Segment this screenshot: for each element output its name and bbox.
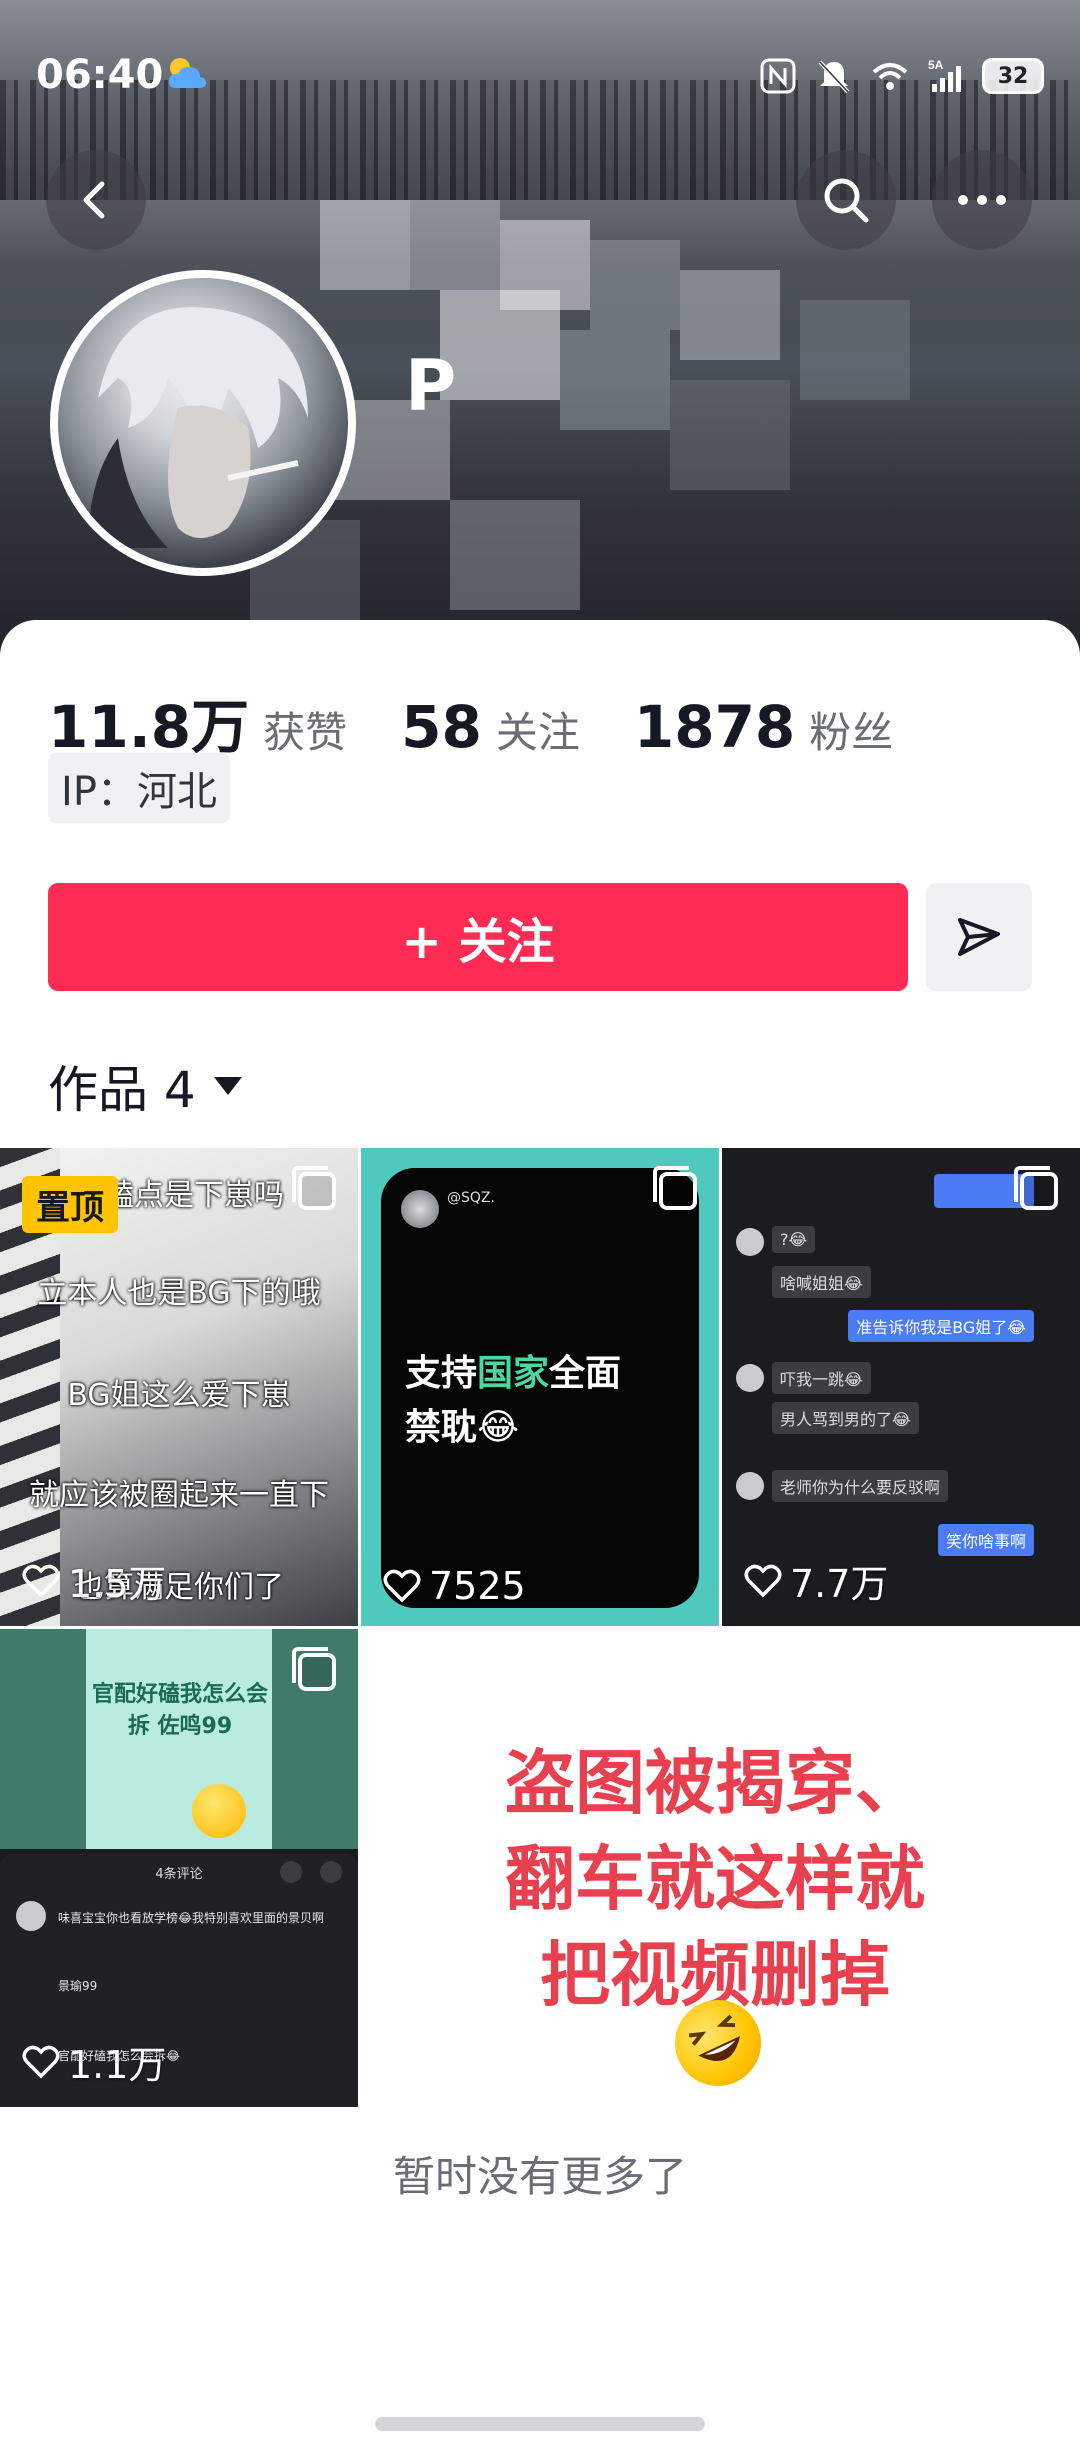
chevron-left-icon xyxy=(83,181,105,219)
status-icons: 5A 32 xyxy=(758,56,1044,96)
work-2-handle: @SQZ. xyxy=(447,1190,495,1206)
back-button[interactable] xyxy=(46,150,146,250)
chat-msg-1: ?😂 xyxy=(772,1226,816,1253)
work-card-4[interactable]: 官配好磕我怎么会拆 佐鸣99 4条评论 味喜宝宝你也看放学榜😂我特别喜欢里面的景… xyxy=(0,1629,358,2107)
heart-icon xyxy=(22,2045,60,2078)
battery-indicator: 32 xyxy=(982,58,1044,94)
nfc-icon xyxy=(760,58,796,94)
comment-2: 景瑜99 xyxy=(58,1979,98,1993)
work-2-headline-2: 禁耽😂 xyxy=(405,1407,520,1448)
work-2-likes-count: 7525 xyxy=(429,1564,526,1608)
work-4-top-text: 官配好磕我怎么会拆 佐鸣99 xyxy=(91,1682,268,1739)
chat-msg-6: 老师你为什么要反驳啊 xyxy=(772,1470,949,1502)
mosaic-block xyxy=(800,300,910,400)
chat-avatar xyxy=(736,1472,764,1500)
heart-icon xyxy=(383,1569,421,1603)
comment-avatar xyxy=(16,1901,46,1931)
multi-image-icon xyxy=(292,1166,336,1210)
expand-icon xyxy=(280,1861,302,1883)
mosaic-block xyxy=(450,500,580,610)
share-button[interactable] xyxy=(926,883,1032,991)
following-label[interactable]: 关注 xyxy=(496,699,580,760)
multi-image-icon xyxy=(1014,1166,1058,1210)
work-3-likes: 7.7万 xyxy=(744,1553,888,1608)
followers-label[interactable]: 粉丝 xyxy=(809,699,893,760)
caret-down-icon xyxy=(213,1077,242,1095)
heart-icon xyxy=(22,1564,60,1597)
work-2-headline-a: 支持 xyxy=(405,1353,478,1394)
avatar-illustration xyxy=(88,307,308,548)
annotation-line-1: 盗图被揭穿、 xyxy=(505,1742,925,1824)
comment-1: 味喜宝宝你也看放学榜😂我特别喜欢里面的景贝啊 xyxy=(58,1911,325,1925)
follow-button[interactable]: + 关注 xyxy=(48,883,908,991)
mosaic-block xyxy=(440,290,560,400)
multi-image-icon xyxy=(292,1647,336,1691)
comments-title: 4条评论 xyxy=(155,1867,203,1882)
works-tab-label: 作品 4 xyxy=(48,1061,196,1119)
work-2-headline-b: 全面 xyxy=(549,1353,622,1394)
work-1-line-2: 立本人也是BG下的哦 xyxy=(37,1276,321,1311)
work-2-headline-1: 支持国家全面 xyxy=(405,1344,621,1396)
work-1-likes: 1.5万 xyxy=(22,1553,166,1608)
mosaic-block xyxy=(560,330,670,430)
tab-works[interactable]: 作品 4 xyxy=(48,1050,244,1122)
multi-image-icon xyxy=(653,1166,697,1210)
no-more-text: 暂时没有更多了 xyxy=(392,2152,687,2201)
annotation-text: 盗图被揭穿、 翻车就这样就 把视频删掉 xyxy=(390,1735,1040,2023)
close-icon xyxy=(320,1861,342,1883)
work-card-2[interactable]: @SQZ. 支持国家全面 禁耽😂 7525 xyxy=(361,1148,719,1626)
mini-avatar xyxy=(401,1190,439,1228)
signal-label: 5A xyxy=(928,58,944,72)
chat-avatar xyxy=(736,1228,764,1256)
search-button[interactable] xyxy=(796,150,896,250)
home-indicator[interactable] xyxy=(375,2417,705,2431)
work-3-likes-count: 7.7万 xyxy=(790,1562,889,1606)
annotation-line-2: 翻车就这样就 xyxy=(505,1838,925,1920)
work-2-headline-highlight: 国家 xyxy=(477,1353,550,1394)
work-1-line-4: 就应该被圈起来一直下 xyxy=(29,1478,329,1513)
wifi-icon xyxy=(872,63,908,90)
chat-msg-4: 吓我一跳😂 xyxy=(772,1362,871,1394)
stats-row: 11.8万 获赞 58 关注 1878 粉丝 xyxy=(48,680,947,764)
work-card-3[interactable]: ?😂 啥喊姐姐😂 准告诉你我是BG姐了😂 吓我一跳😂 男人骂到男的了😂 老师你为… xyxy=(722,1148,1080,1626)
mute-bell-icon xyxy=(818,60,850,94)
work-2-likes: 7525 xyxy=(383,1564,526,1608)
likes-count: 11.8万 xyxy=(48,693,250,761)
status-time: 06:40 xyxy=(36,52,164,98)
more-button[interactable] xyxy=(932,150,1032,250)
work-1-line-3: BG姐这么爱下崽 xyxy=(67,1378,291,1413)
chat-msg-3: 准告诉你我是BG姐了😂 xyxy=(848,1310,1034,1342)
search-icon xyxy=(824,178,869,223)
following-count: 58 xyxy=(401,693,482,761)
status-bar: 06:40 5A 32 xyxy=(36,40,1044,110)
heart-icon xyxy=(744,1564,782,1597)
work-4-likes-count: 1.1万 xyxy=(68,2043,167,2087)
mosaic-block xyxy=(410,200,500,290)
chat-msg-5: 男人骂到男的了😂 xyxy=(772,1402,919,1434)
phone-frame: @SQZ. 支持国家全面 禁耽😂 xyxy=(381,1168,699,1608)
chat-msg-2: 啥喊姐姐😂 xyxy=(772,1266,871,1298)
weather-cloud-icon xyxy=(168,58,207,88)
chat-msg-7: 笑你啥事啊 xyxy=(937,1524,1034,1556)
signal-icon: 5A xyxy=(928,58,961,92)
mosaic-block xyxy=(680,270,780,360)
chat-avatar xyxy=(736,1364,764,1392)
mosaic-block xyxy=(320,200,410,290)
ip-location-tag: IP：河北 xyxy=(48,753,230,823)
avatar[interactable] xyxy=(50,270,356,576)
likes-label[interactable]: 获赞 xyxy=(263,699,347,760)
pinned-badge: 置顶 xyxy=(22,1176,118,1233)
profile-name: P xyxy=(405,345,457,427)
send-icon xyxy=(958,918,1000,956)
work-4-likes: 1.1万 xyxy=(22,2034,166,2089)
mosaic-block xyxy=(670,380,790,490)
mosaic-block xyxy=(590,240,680,330)
more-dots-icon xyxy=(958,195,1006,205)
work-card-1[interactable]: 的磕点是下崽吗 立本人也是BG下的哦 BG姐这么爱下崽 就应该被圈起来一直下 也… xyxy=(0,1148,358,1626)
work-1-likes-count: 1.5万 xyxy=(68,1562,167,1606)
followers-count: 1878 xyxy=(633,693,796,761)
laughing-emoji-icon xyxy=(192,1784,246,1838)
